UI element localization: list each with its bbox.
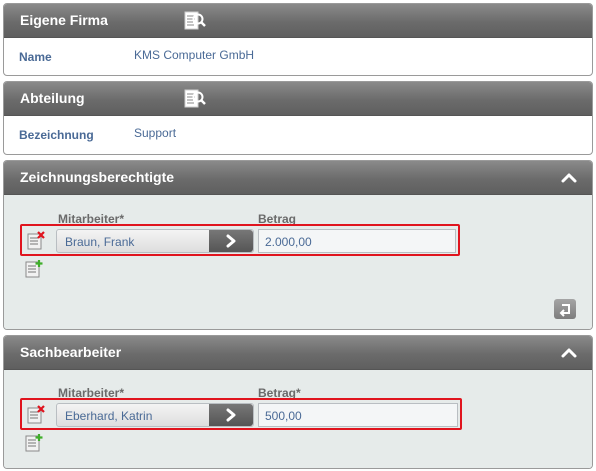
lookup-document-icon[interactable] [183,10,207,32]
field-value: KMS Computer GmbH [134,48,255,62]
panel-header: Zeichnungsberechtigte [4,161,592,195]
panel-header: Eigene Firma [4,4,592,38]
panel-header: Abteilung [4,82,592,116]
add-row-icon[interactable] [24,433,44,453]
betrag-value: 2.000,00 [265,235,312,249]
panel-title: Sachbearbeiter [20,344,122,360]
panel-eigene-firma: Eigene Firma Name KMS Computer GmbH [3,3,593,76]
betrag-input[interactable]: 2.000,00 [258,229,456,253]
highlighted-row: Braun, Frank 2.000,00 [20,224,460,256]
undo-icon [559,304,570,317]
panel-title: Zeichnungsberechtigte [20,169,175,185]
section-body: Mitarbeiter* Betrag* Eberhard, Katrin 50… [4,370,592,468]
panel-title: Abteilung [20,90,85,106]
select-button[interactable] [209,230,253,252]
betrag-value: 500,00 [265,409,302,423]
field-label: Name [19,50,52,64]
mitarbeiter-select[interactable]: Braun, Frank [56,229,254,253]
mitarbeiter-select[interactable]: Eberhard, Katrin [56,403,254,427]
delete-row-icon[interactable] [26,231,46,251]
panel-header: Sachbearbeiter [4,336,592,370]
field-row-bezeichnung: Bezeichnung Support [4,116,592,152]
lookup-document-icon[interactable] [183,88,207,110]
select-button[interactable] [209,404,253,426]
betrag-input[interactable]: 500,00 [258,403,458,427]
highlighted-row: Eberhard, Katrin 500,00 [20,398,462,430]
panel-abteilung: Abteilung Bezeichnung Support [3,81,593,155]
field-label: Bezeichnung [19,128,94,142]
panel-sachbearbeiter: Sachbearbeiter Mitarbeiter* Betrag* Eber… [3,335,593,469]
chevron-up-icon[interactable] [560,169,578,187]
chevron-up-icon[interactable] [560,344,578,362]
field-value: Support [134,126,177,140]
chevron-right-icon [226,234,236,248]
delete-row-icon[interactable] [26,405,46,425]
undo-button[interactable] [554,299,576,319]
chevron-right-icon [226,408,236,422]
section-body: Mitarbeiter* Betrag Braun, Frank 2.000,0… [4,195,592,329]
mitarbeiter-value: Eberhard, Katrin [65,409,153,423]
panel-title: Eigene Firma [20,12,108,28]
field-row-name: Name KMS Computer GmbH [4,38,592,74]
mitarbeiter-value: Braun, Frank [65,235,135,249]
add-row-icon[interactable] [24,259,44,279]
panel-zeichnungsberechtigte: Zeichnungsberechtigte Mitarbeiter* Betra… [3,160,593,330]
